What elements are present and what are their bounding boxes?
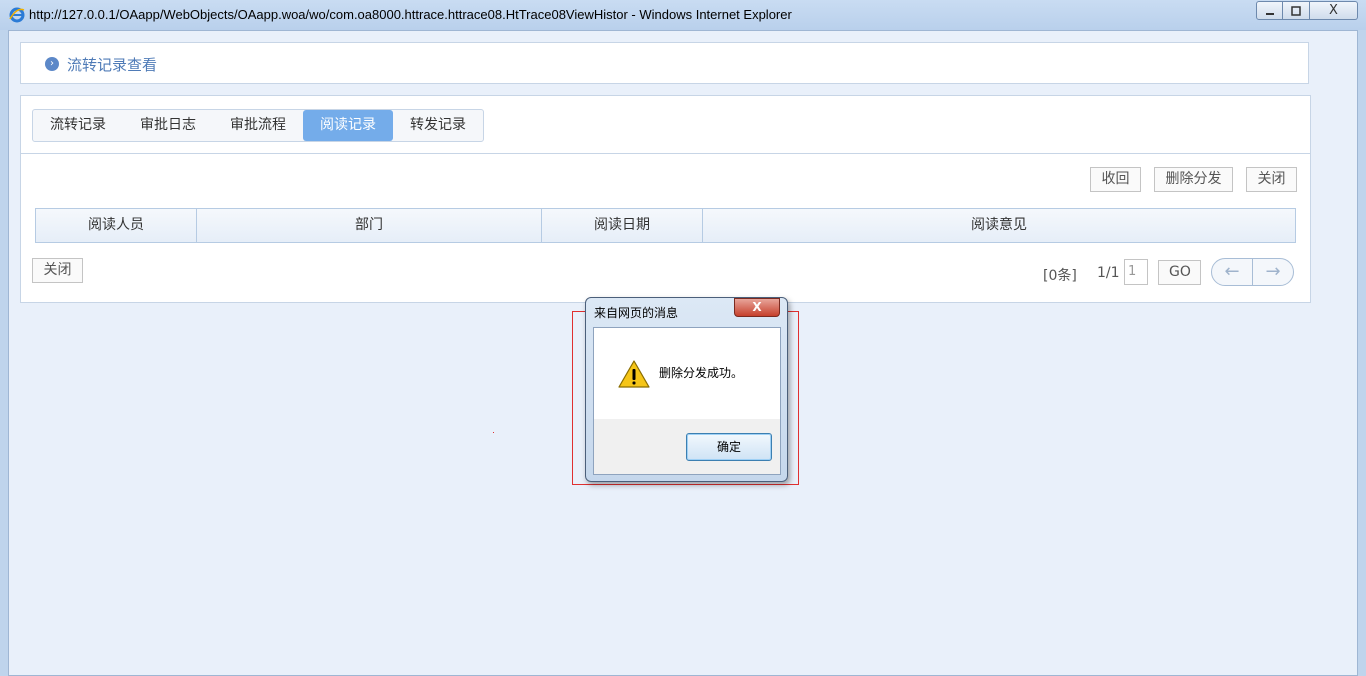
minimize-icon [1265,12,1274,15]
red-dot [493,432,494,433]
tab-divider [21,153,1310,154]
maximize-button[interactable] [1283,1,1310,20]
column-read-date[interactable]: 阅读日期 [542,209,703,242]
dialog-close-button[interactable]: X [734,298,780,317]
table-header: 阅读人员 部门 阅读日期 阅读意见 [35,208,1296,243]
tab-reading-record[interactable]: 阅读记录 [303,110,393,141]
column-reader[interactable]: 阅读人员 [36,209,197,242]
page-header: › 流转记录查看 [20,42,1309,84]
column-read-opinion[interactable]: 阅读意见 [703,209,1295,242]
column-department[interactable]: 部门 [197,209,542,242]
page-indicator: 1/1 [1097,265,1120,281]
page-title: 流转记录查看 [67,56,158,74]
dialog-message: 删除分发成功。 [659,366,744,380]
window-close-button[interactable]: X [1310,1,1358,20]
maximize-icon [1291,5,1301,16]
tab-circulation-record[interactable]: 流转记录 [33,110,123,141]
tab-approval-log[interactable]: 审批日志 [123,110,213,141]
close-top-button[interactable]: 关闭 [1246,167,1297,192]
recall-button[interactable]: 收回 [1090,167,1141,192]
delete-distribution-button[interactable]: 删除分发 [1154,167,1233,192]
window-title: http://127.0.0.1/OAapp/WebObjects/OAapp.… [29,7,792,22]
minimize-button[interactable] [1256,1,1283,20]
main-panel: 流转记录 审批日志 审批流程 阅读记录 转发记录 收回 删除分发 关闭 阅读人员… [20,95,1311,303]
arrow-left-icon[interactable]: ← [1212,259,1253,285]
page-number-input[interactable]: 1 [1124,259,1148,285]
window-controls: X [1256,1,1358,20]
dialog-message-area: 删除分发成功。 [594,328,780,419]
tab-bar: 流转记录 审批日志 审批流程 阅读记录 转发记录 [32,109,484,142]
chevron-right-icon: › [45,57,59,71]
go-button[interactable]: GO [1158,260,1201,285]
tab-approval-flow[interactable]: 审批流程 [213,110,303,141]
warning-icon [618,360,650,388]
ie-logo-icon [9,7,25,23]
close-bottom-button[interactable]: 关闭 [32,258,83,283]
dialog-title: 来自网页的消息 [594,306,679,320]
record-count: [0条] [1043,268,1077,284]
pager-navigation: ← → [1211,258,1294,286]
ok-button[interactable]: 确定 [686,433,772,461]
arrow-right-icon[interactable]: → [1253,259,1293,285]
tab-forward-record[interactable]: 转发记录 [393,110,483,141]
message-dialog: 来自网页的消息 X 删除分发成功。 确定 [585,297,788,482]
dialog-body: 删除分发成功。 确定 [593,327,781,475]
window-titlebar: http://127.0.0.1/OAapp/WebObjects/OAapp.… [0,0,1366,30]
